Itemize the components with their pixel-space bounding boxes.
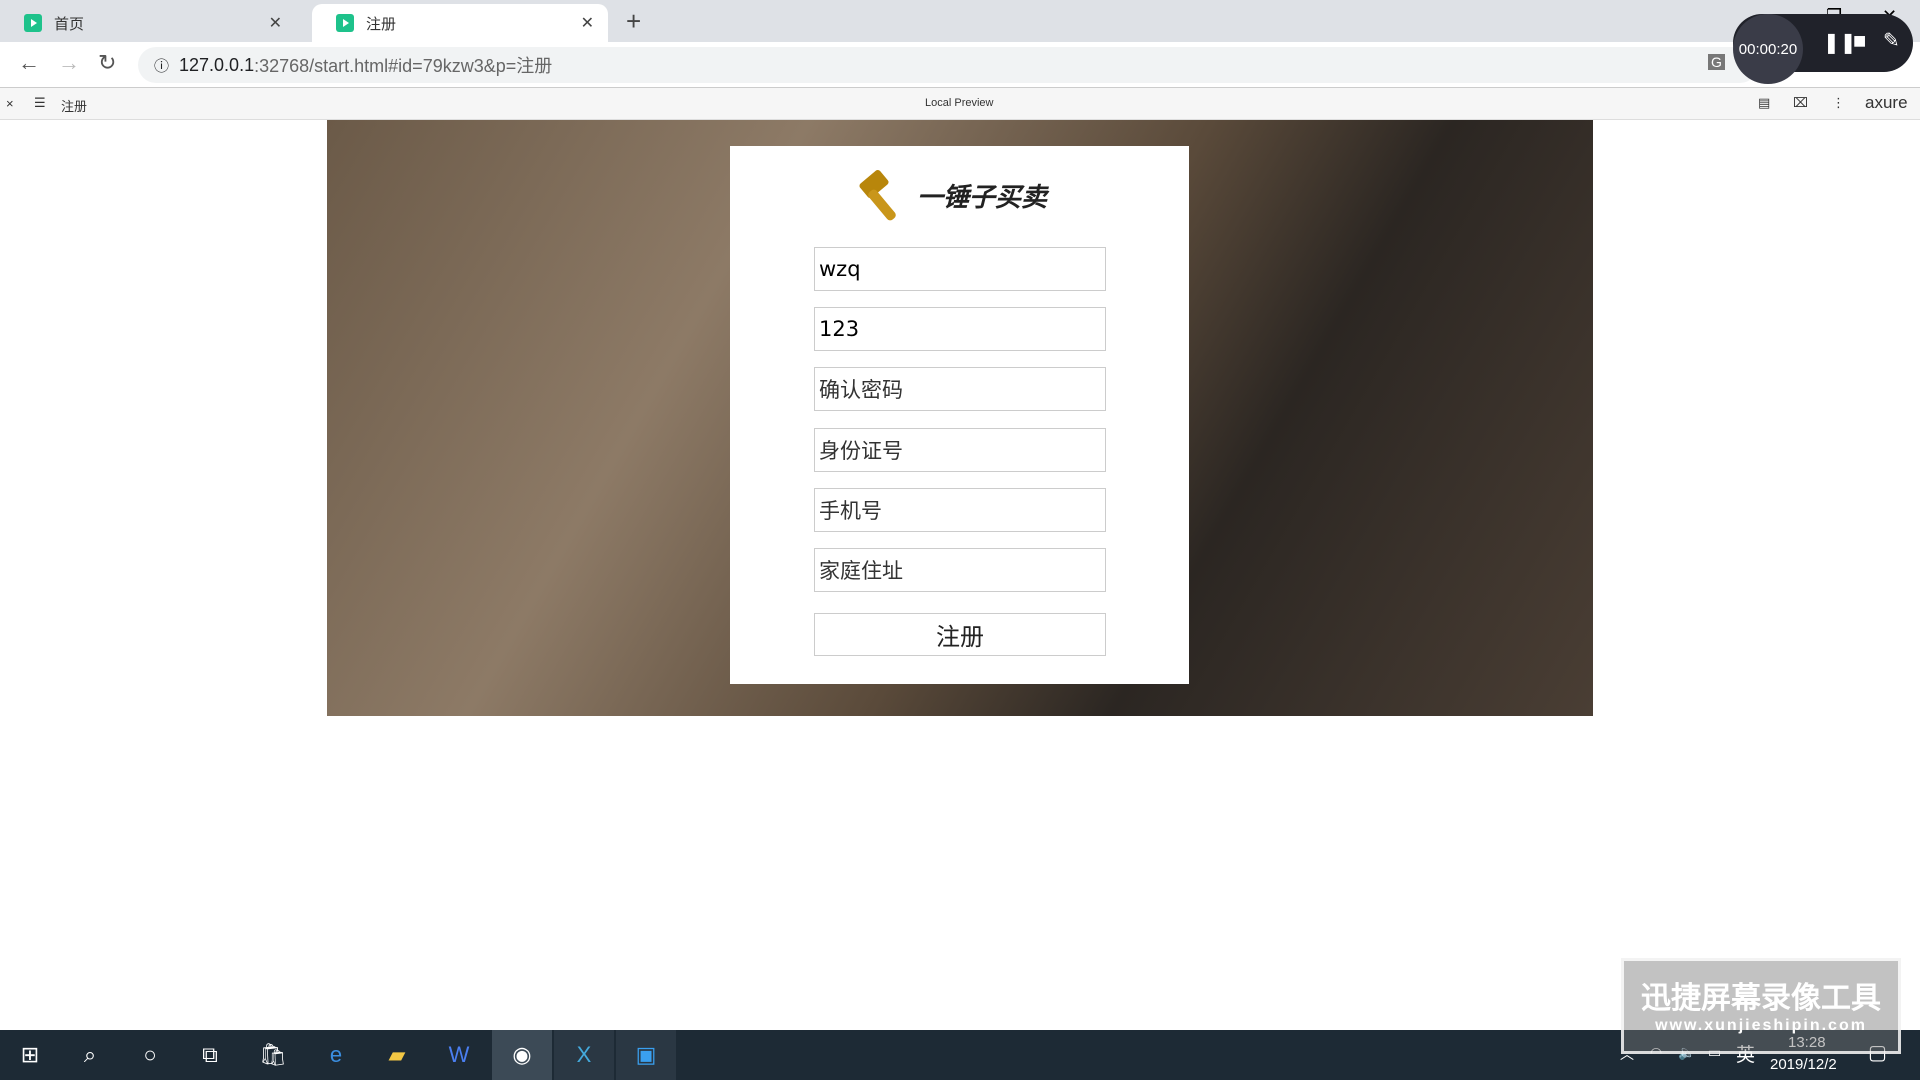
logo-text: 一锤子买卖 [917, 182, 1048, 213]
watermark-url: www.xunjieshipin.com [1655, 1017, 1867, 1034]
preview-label: Local Preview [925, 97, 994, 109]
confirm-password-input[interactable]: 确认密码 [814, 367, 1106, 411]
close-tab-icon[interactable]: ✕ [581, 13, 594, 33]
axure-logo: axure [1865, 93, 1908, 112]
axure-toolbar: × ☰ 注册 Local Preview ▤ ⌧ ⋮ axure [0, 88, 1920, 120]
tab-label: 注册 [366, 15, 397, 33]
reload-icon[interactable]: ↻ [98, 50, 116, 76]
stop-icon[interactable]: ■ [1853, 28, 1866, 54]
url-path: :32768/start.html#id=79kzw3&p=注册 [254, 56, 553, 76]
inspect-icon[interactable]: ⌧ [1793, 95, 1808, 111]
notes-icon[interactable]: ▤ [1758, 95, 1770, 111]
tab-label: 首页 [54, 15, 85, 33]
favicon-icon [336, 14, 354, 32]
register-button[interactable]: 注册 [814, 613, 1106, 656]
chrome-icon[interactable]: ◉ [492, 1030, 552, 1080]
back-icon[interactable]: ← [18, 50, 40, 76]
id-number-input[interactable]: 身份证号 [814, 428, 1106, 472]
menu-icon[interactable]: ☰ [34, 95, 46, 111]
tab-home[interactable]: 首页 ✕ [0, 4, 296, 42]
start-icon[interactable]: ⊞ [0, 1030, 60, 1080]
url-host: 127.0.0.1 [179, 54, 255, 75]
search-icon[interactable]: ⌕ [60, 1030, 120, 1080]
new-tab-button[interactable]: + [626, 6, 641, 37]
axure-app-icon[interactable]: X [554, 1030, 614, 1080]
cortana-icon[interactable]: ○ [120, 1030, 180, 1080]
favicon-icon [24, 14, 42, 32]
close-sitemap-icon[interactable]: × [6, 96, 14, 111]
info-icon: ⓘ [154, 57, 170, 75]
password-input[interactable]: 123 [814, 307, 1106, 351]
username-input[interactable]: wzq [814, 247, 1106, 291]
address-bar: ← → ↻ ⓘ 127.0.0.1:32768/start.html#id=79k… [0, 42, 1920, 88]
forward-icon[interactable]: → [58, 50, 80, 76]
translate-icon[interactable]: G [1708, 54, 1725, 70]
page-name: 注册 [61, 99, 88, 114]
pen-icon[interactable]: ✎ [1883, 28, 1900, 53]
phone-input[interactable]: 手机号 [814, 488, 1106, 532]
hammer-icon [859, 169, 896, 221]
watermark: 迅捷屏幕录像工具 www.xunjieshipin.com [1621, 958, 1901, 1054]
wps-icon[interactable]: W [429, 1030, 489, 1080]
pause-icon[interactable]: ❚❚ [1823, 30, 1857, 55]
close-tab-icon[interactable]: ✕ [269, 13, 282, 33]
file-explorer-icon[interactable]: ▰ [367, 1030, 427, 1080]
task-view-icon[interactable]: ⧉ [180, 1030, 240, 1080]
store-icon[interactable]: 🛍 [243, 1030, 303, 1080]
tab-register[interactable]: 注册 ✕ [312, 4, 608, 42]
more-icon[interactable]: ⋮ [1832, 95, 1845, 111]
edge-icon[interactable]: e [306, 1030, 366, 1080]
url-input[interactable]: ⓘ 127.0.0.1:32768/start.html#id=79kzw3&p=… [138, 47, 1758, 83]
recorder-app-icon[interactable]: ▣ [616, 1030, 676, 1080]
address-input[interactable]: 家庭住址 [814, 548, 1106, 592]
watermark-title: 迅捷屏幕录像工具 [1641, 982, 1881, 1015]
recorder-time: 00:00:20 [1733, 14, 1803, 84]
logo: 一锤子买卖 [857, 163, 1047, 227]
clock-date[interactable]: 2019/12/2 [1770, 1056, 1837, 1073]
tab-bar: 首页✕ 注册✕ + – ❐ ✕ [0, 0, 1920, 42]
